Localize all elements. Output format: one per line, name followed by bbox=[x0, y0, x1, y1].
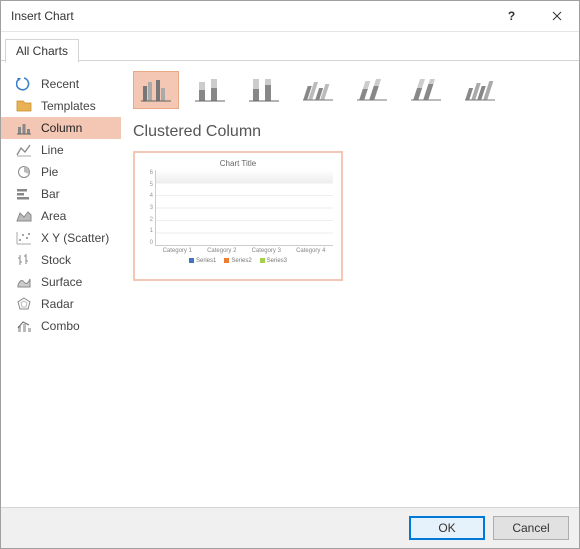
sidebar-item-label: Surface bbox=[41, 275, 82, 289]
close-button[interactable] bbox=[534, 1, 579, 31]
cancel-button[interactable]: Cancel bbox=[493, 516, 569, 540]
ok-button[interactable]: OK bbox=[409, 516, 485, 540]
subtype-3d-100-stacked-column[interactable] bbox=[403, 71, 449, 109]
chart-subtype-panel: Clustered Column Chart Title 6543210 Cat… bbox=[121, 61, 579, 507]
subtype-row bbox=[133, 71, 567, 109]
sidebar-item-label: Radar bbox=[41, 297, 74, 311]
sidebar-item-stock[interactable]: Stock bbox=[1, 249, 121, 271]
sidebar-item-templates[interactable]: Templates bbox=[1, 95, 121, 117]
sidebar-item-label: X Y (Scatter) bbox=[41, 231, 109, 245]
tabs: All Charts bbox=[1, 32, 579, 61]
dialog-title: Insert Chart bbox=[11, 9, 489, 23]
chart-preview[interactable]: Chart Title 6543210 Category 1Category 2… bbox=[133, 151, 343, 281]
help-button[interactable]: ? bbox=[489, 1, 534, 31]
radar-icon bbox=[15, 296, 33, 312]
sidebar-item-label: Pie bbox=[41, 165, 58, 179]
dialog-footer: OK Cancel bbox=[1, 507, 579, 548]
templates-icon bbox=[15, 98, 33, 114]
subtype-3d-stacked-column[interactable] bbox=[349, 71, 395, 109]
subtype-clustered-column[interactable] bbox=[133, 71, 179, 109]
subtype-100-stacked-column[interactable] bbox=[241, 71, 287, 109]
sidebar-item-label: Templates bbox=[41, 99, 96, 113]
titlebar: Insert Chart ? bbox=[1, 1, 579, 32]
sidebar-item-surface[interactable]: Surface bbox=[1, 271, 121, 293]
bar-icon bbox=[15, 186, 33, 202]
combo-icon bbox=[15, 318, 33, 334]
insert-chart-dialog: Insert Chart ? All Charts Recent Templat… bbox=[0, 0, 580, 549]
subtype-3d-clustered-column[interactable] bbox=[295, 71, 341, 109]
sidebar-item-label: Stock bbox=[41, 253, 71, 267]
tab-all-charts[interactable]: All Charts bbox=[5, 39, 79, 63]
surface-icon bbox=[15, 274, 33, 290]
sidebar-item-label: Combo bbox=[41, 319, 80, 333]
subtype-title: Clustered Column bbox=[133, 123, 567, 141]
scatter-icon bbox=[15, 230, 33, 246]
chart-y-axis: 6543210 bbox=[143, 170, 155, 246]
recent-icon bbox=[15, 76, 33, 92]
sidebar-item-label: Recent bbox=[41, 77, 79, 91]
sidebar-item-area[interactable]: Area bbox=[1, 205, 121, 227]
sidebar-item-pie[interactable]: Pie bbox=[1, 161, 121, 183]
sidebar-item-scatter[interactable]: X Y (Scatter) bbox=[1, 227, 121, 249]
chart-x-labels: Category 1Category 2Category 3Category 4 bbox=[143, 248, 333, 254]
area-icon bbox=[15, 208, 33, 224]
sidebar-item-label: Area bbox=[41, 209, 66, 223]
line-icon bbox=[15, 142, 33, 158]
sidebar-item-recent[interactable]: Recent bbox=[1, 73, 121, 95]
column-icon bbox=[15, 120, 33, 136]
chart-type-sidebar: Recent Templates Column Line bbox=[1, 61, 121, 507]
stock-icon bbox=[15, 252, 33, 268]
sidebar-item-column[interactable]: Column bbox=[1, 117, 121, 139]
sidebar-item-label: Column bbox=[41, 121, 82, 135]
chart-bars bbox=[155, 170, 333, 246]
chart-legend: Series1Series2Series3 bbox=[143, 258, 333, 264]
sidebar-item-label: Bar bbox=[41, 187, 60, 201]
sidebar-item-label: Line bbox=[41, 143, 64, 157]
subtype-3d-column[interactable] bbox=[457, 71, 503, 109]
dialog-body: Recent Templates Column Line bbox=[1, 61, 579, 507]
sidebar-item-line[interactable]: Line bbox=[1, 139, 121, 161]
sidebar-item-combo[interactable]: Combo bbox=[1, 315, 121, 337]
sidebar-item-radar[interactable]: Radar bbox=[1, 293, 121, 315]
chart-title: Chart Title bbox=[143, 159, 333, 168]
pie-icon bbox=[15, 164, 33, 180]
subtype-stacked-column[interactable] bbox=[187, 71, 233, 109]
sidebar-item-bar[interactable]: Bar bbox=[1, 183, 121, 205]
chart-plot: 6543210 bbox=[143, 170, 333, 246]
